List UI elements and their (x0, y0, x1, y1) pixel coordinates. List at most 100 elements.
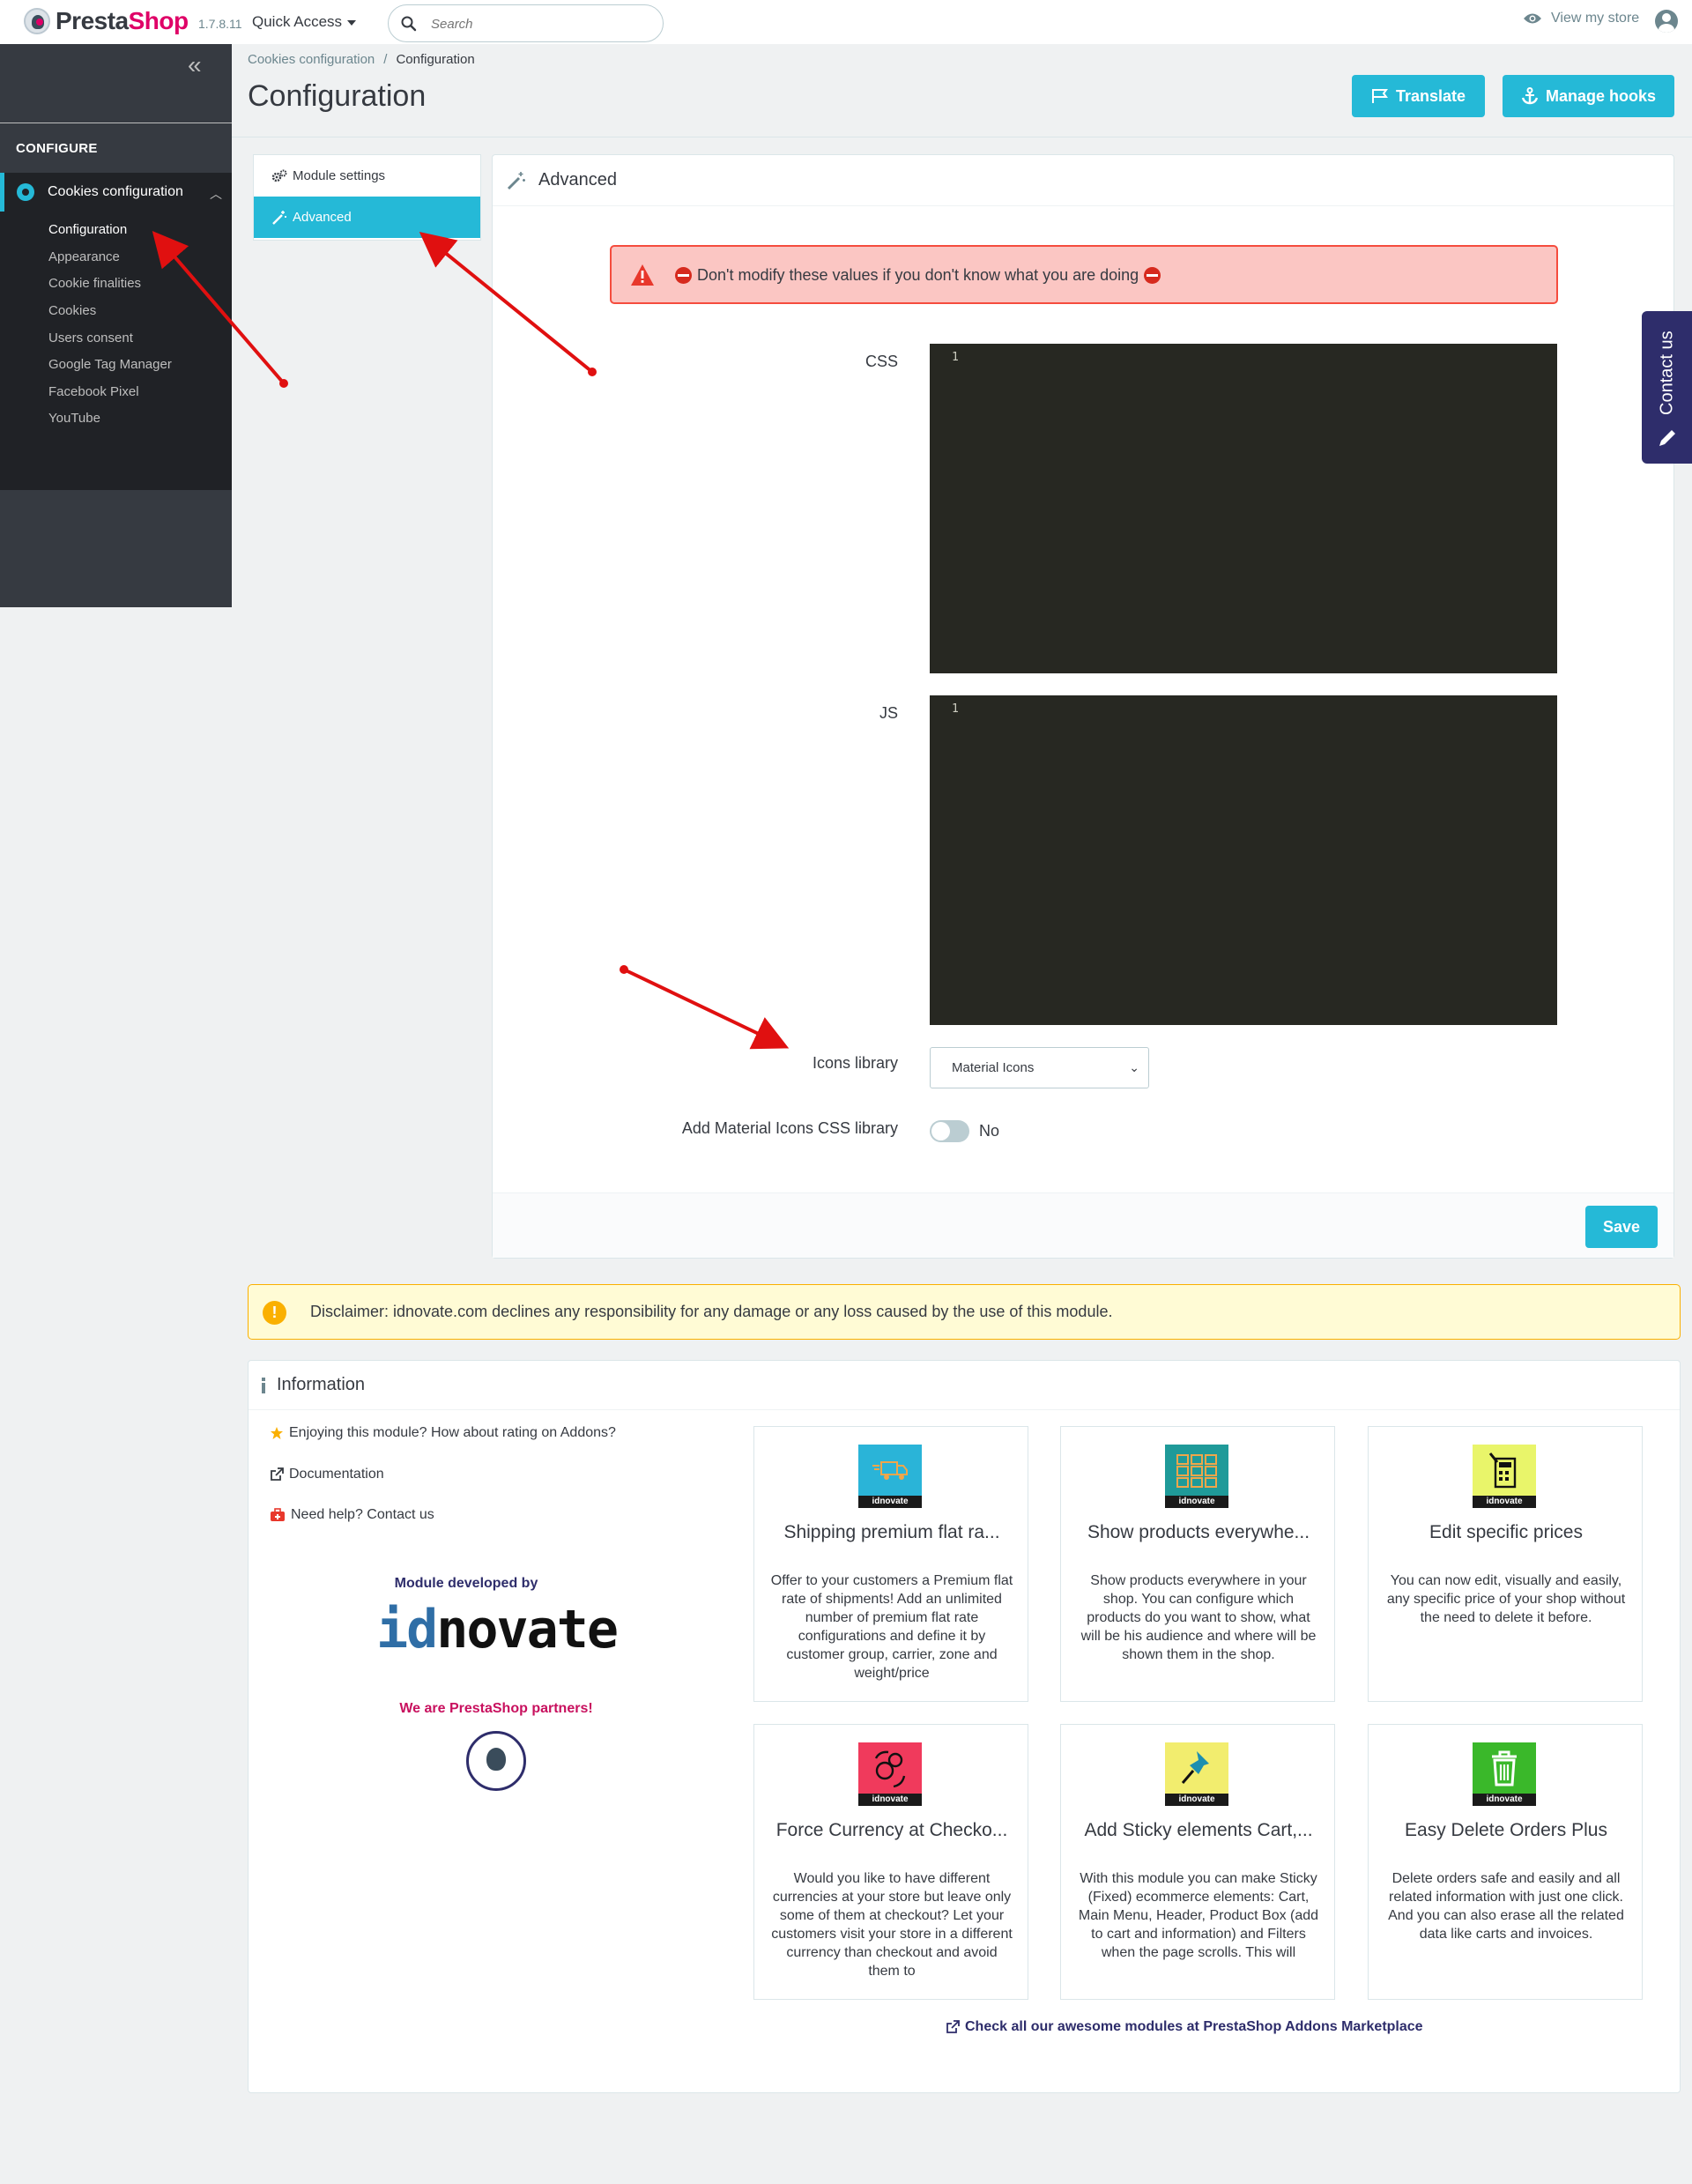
settings-tab-list: Module settings Advanced (253, 154, 481, 241)
sidebar-item-facebook-pixel[interactable]: Facebook Pixel (48, 384, 139, 399)
css-label: CSS (865, 353, 898, 370)
page-title: Configuration (248, 79, 427, 113)
sidebar-item-cookies-configuration[interactable]: Cookies configuration ︿ (0, 173, 232, 212)
sidebar-submenu: Configuration Appearance Cookie finaliti… (0, 212, 232, 490)
sidebar-item-youtube[interactable]: YouTube (48, 411, 100, 426)
js-label: JS (879, 704, 898, 722)
info-icon (262, 1377, 265, 1393)
module-thumbnail: idnovate (858, 1742, 922, 1806)
exclamation-icon: ! (263, 1301, 286, 1325)
view-store-link[interactable]: View my store (1523, 11, 1639, 26)
material-css-label: Add Material Icons CSS library (681, 1119, 898, 1137)
search-input[interactable] (431, 12, 651, 35)
module-card[interactable]: idnovate Edit specific prices You can no… (1368, 1426, 1643, 1702)
contact-help-link[interactable]: Need help? Contact us (270, 1507, 434, 1523)
chevron-up-icon: ︿ (210, 187, 222, 201)
external-link-icon (271, 1467, 284, 1481)
magic-wand-icon (507, 171, 525, 189)
documentation-link[interactable]: Documentation (270, 1467, 384, 1482)
grid-icon (1176, 1454, 1217, 1488)
sidebar-item-cookie-finalities[interactable]: Cookie finalities (48, 276, 141, 291)
warning-triangle-icon (631, 264, 654, 286)
module-title: Edit specific prices (1429, 1522, 1583, 1542)
sidebar-item-appearance[interactable]: Appearance (48, 249, 120, 264)
panel-heading: Advanced (493, 155, 1673, 206)
breadcrumb-link[interactable]: Cookies configuration (248, 52, 375, 67)
trash-icon (1492, 1750, 1517, 1787)
sidebar-item-google-tag-manager[interactable]: Google Tag Manager (48, 357, 172, 372)
contact-us-label: Contact us (1657, 331, 1677, 415)
breadcrumb: Cookies configuration / Configuration (248, 52, 475, 67)
star-icon (271, 1427, 283, 1439)
save-button[interactable]: Save (1585, 1206, 1658, 1248)
module-title: Shipping premium flat ra... (783, 1522, 1000, 1542)
cogs-icon (271, 169, 287, 182)
module-card[interactable]: idnovate Show products everywhe... Show … (1060, 1426, 1335, 1702)
js-code-editor[interactable]: 1 (930, 695, 1557, 1025)
medkit-icon (271, 1508, 285, 1521)
module-card[interactable]: idnovate Force Currency at Checko... Wou… (753, 1724, 1028, 2000)
sidebar-section-title: CONFIGURE (16, 141, 98, 156)
module-thumbnail: idnovate (1473, 1445, 1536, 1508)
module-card[interactable]: idnovate Easy Delete Orders Plus Delete … (1368, 1724, 1643, 2000)
version-label: 1.7.8.11 (198, 17, 242, 31)
module-thumbnail: idnovate (1165, 1742, 1228, 1806)
addons-marketplace-link[interactable]: Check all our awesome modules at PrestaS… (946, 2019, 1423, 2035)
partners-label: We are PrestaShop partners! (399, 1701, 593, 1716)
chevron-down-icon: ⌄ (1129, 1060, 1139, 1074)
module-card[interactable]: idnovate Shipping premium flat ra... Off… (753, 1426, 1028, 1702)
caret-down-icon (347, 19, 357, 26)
icons-library-label: Icons library (812, 1054, 898, 1072)
idnovate-logo[interactable]: idnovate (376, 1599, 641, 1660)
sidebar-item-configuration[interactable]: Configuration (48, 222, 127, 237)
module-title: Show products everywhe... (1087, 1522, 1310, 1542)
sidebar-item-users-consent[interactable]: Users consent (48, 331, 133, 345)
magic-wand-icon (272, 210, 286, 225)
module-title: Force Currency at Checko... (776, 1820, 1008, 1840)
sidebar-item-cookies[interactable]: Cookies (48, 303, 96, 318)
truck-icon (872, 1461, 908, 1480)
module-thumbnail: idnovate (1165, 1445, 1228, 1508)
module-description: With this module you can make Sticky (Fi… (1078, 1871, 1319, 1960)
panel-title: Advanced (538, 170, 617, 189)
contact-us-tab[interactable]: Contact us (1642, 311, 1692, 464)
no-entry-icon (1144, 267, 1161, 284)
module-thumbnail: idnovate (858, 1445, 922, 1508)
no-entry-icon (675, 267, 692, 284)
prestashop-logo[interactable]: PrestaShop (56, 7, 189, 35)
alert-message: Don't modify these values if you don't k… (697, 266, 1139, 284)
collapse-sidebar-icon[interactable]: « (188, 53, 202, 78)
search-icon (401, 16, 417, 32)
tab-module-settings[interactable]: Module settings (254, 155, 480, 197)
material-css-toggle[interactable] (930, 1120, 969, 1142)
information-heading: Information (249, 1361, 1680, 1410)
breadcrumb-current: Configuration (396, 52, 475, 67)
search-box[interactable] (388, 4, 664, 42)
information-panel: Information Enjoying this module? How ab… (248, 1360, 1681, 2093)
module-description: You can now edit, visually and easily, a… (1386, 1573, 1626, 1625)
module-description: Would you like to have different currenc… (771, 1871, 1013, 1979)
pencil-icon (1659, 430, 1675, 446)
external-link-icon (946, 2020, 960, 2033)
prestashop-logo-icon[interactable] (24, 8, 50, 34)
top-header: PrestaShop 1.7.8.11 Quick Access View my… (0, 0, 1692, 44)
tab-advanced[interactable]: Advanced (254, 197, 480, 238)
module-card[interactable]: idnovate Add Sticky elements Cart,... Wi… (1060, 1724, 1335, 2000)
disclaimer-text: Disclaimer: idnovate.com declines any re… (310, 1303, 1113, 1320)
employee-avatar-icon[interactable] (1655, 10, 1678, 33)
developed-by-label: Module developed by (394, 1576, 538, 1591)
disclaimer-alert: ! Disclaimer: idnovate.com declines any … (248, 1284, 1681, 1340)
manage-hooks-button[interactable]: Manage hooks (1503, 75, 1674, 117)
flag-icon (1371, 89, 1388, 103)
icons-library-select[interactable]: Material Icons ⌄ (930, 1047, 1149, 1088)
translate-button[interactable]: Translate (1352, 75, 1485, 117)
toggle-state-label: No (979, 1122, 1000, 1140)
module-description: Delete orders safe and easily and all re… (1388, 1871, 1624, 1942)
danger-alert: Don't modify these values if you don't k… (610, 245, 1558, 304)
quick-access-dropdown[interactable]: Quick Access (252, 13, 357, 31)
pushpin-icon (1181, 1751, 1209, 1784)
css-code-editor[interactable]: 1 (930, 344, 1557, 673)
module-description: Offer to your customers a Premium flat r… (770, 1573, 1013, 1681)
rate-addons-link[interactable]: Enjoying this module? How about rating o… (270, 1425, 616, 1441)
currency-exchange-icon (874, 1750, 906, 1788)
